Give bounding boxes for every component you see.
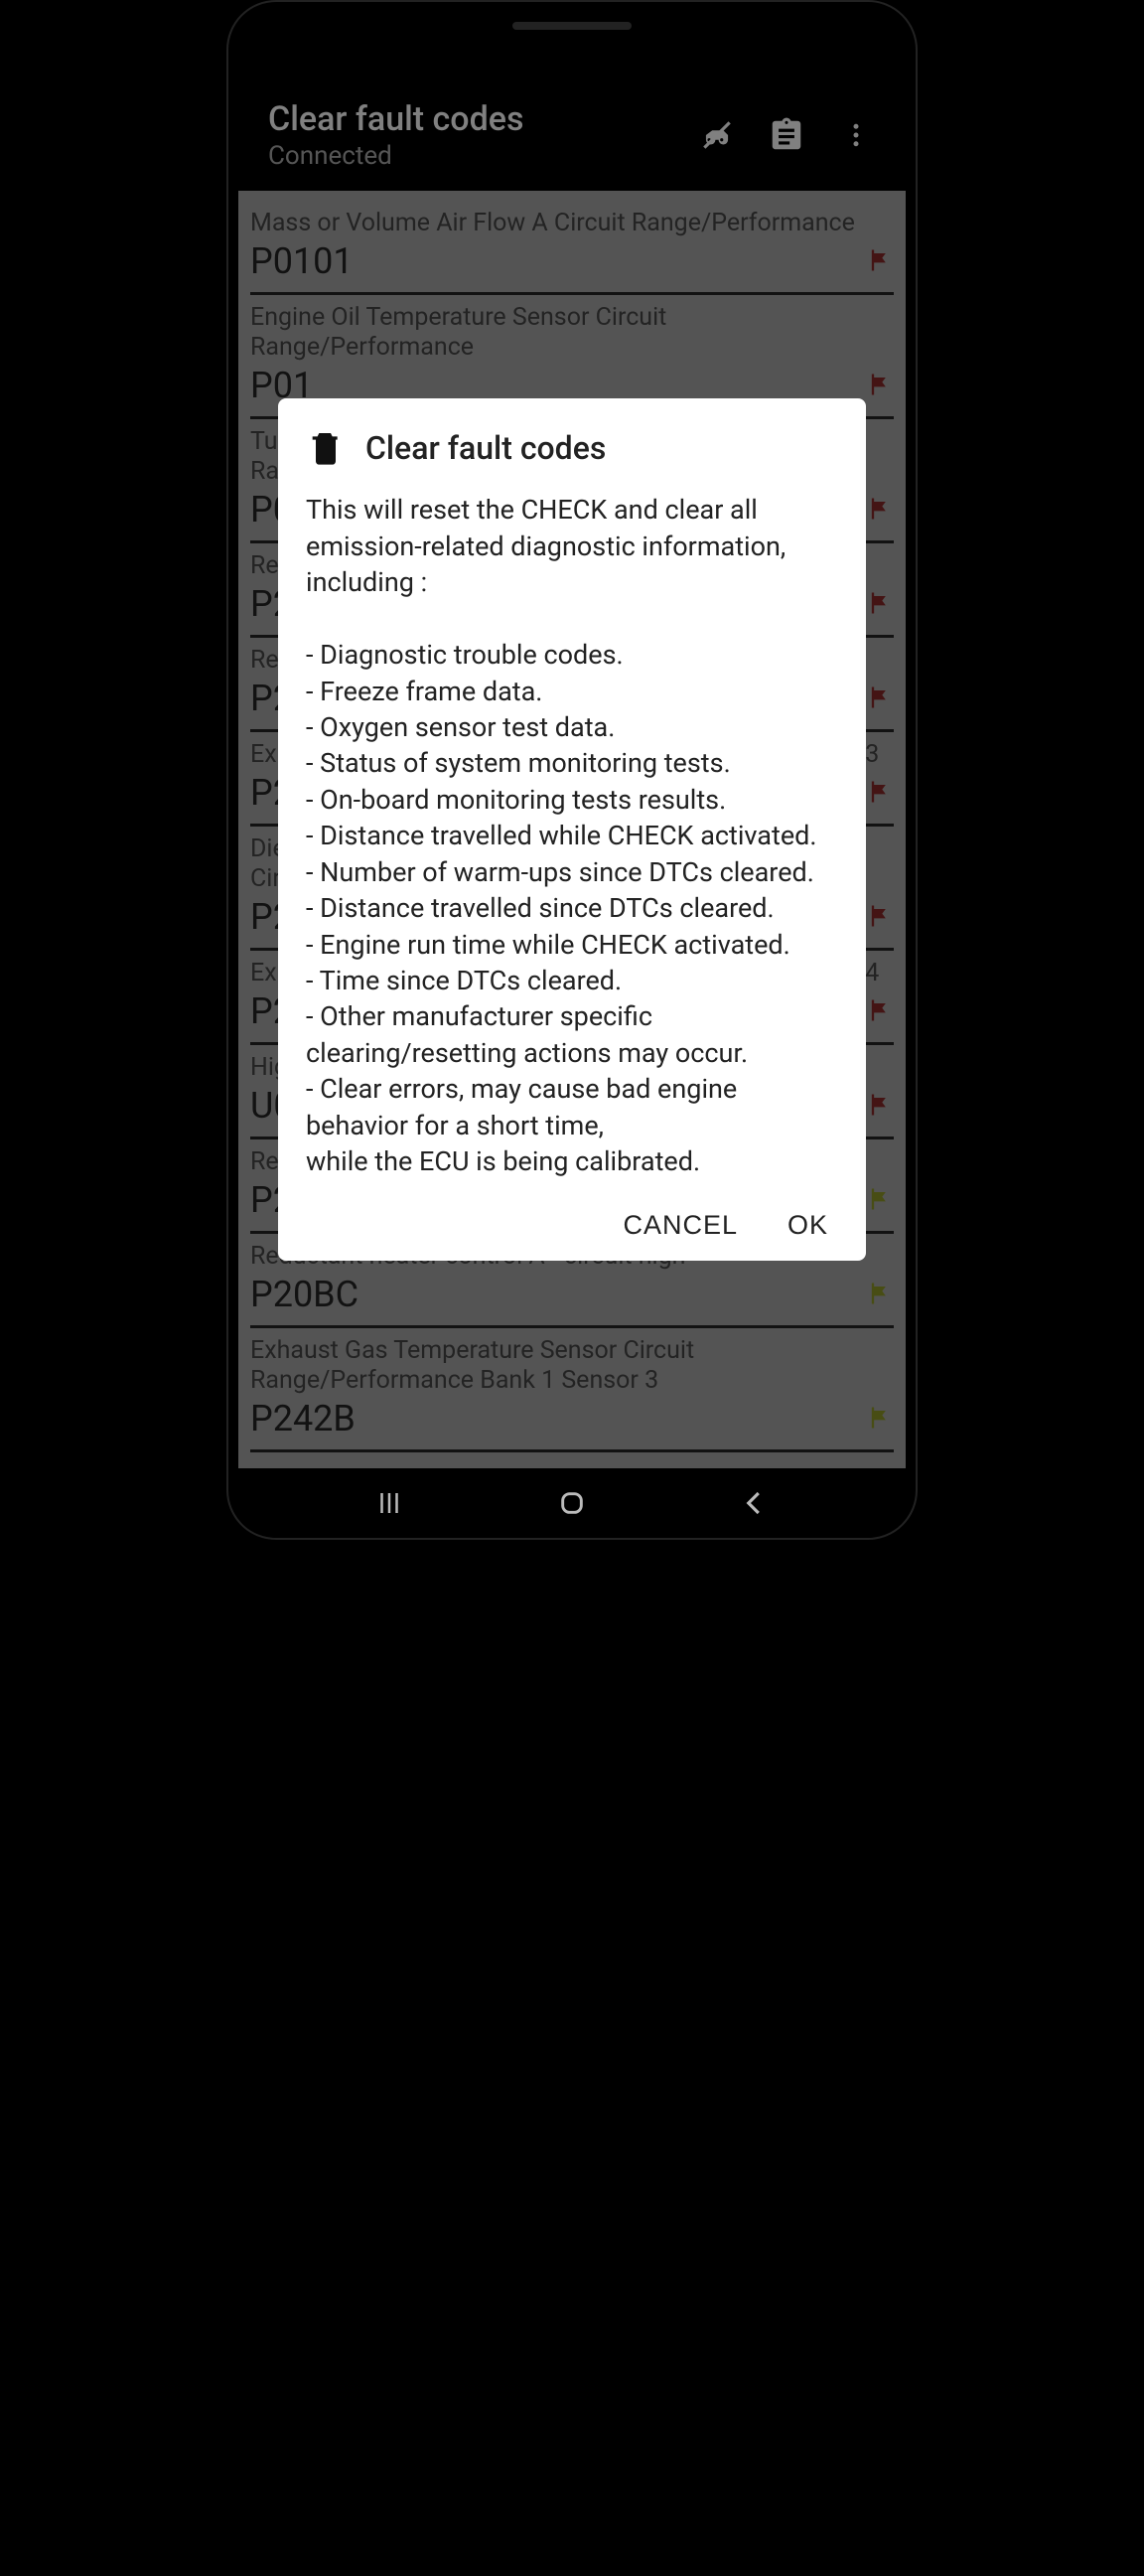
dialog-title: Clear fault codes <box>365 429 606 467</box>
back-button[interactable] <box>735 1483 775 1523</box>
android-nav-bar <box>238 1468 906 1538</box>
menu-more-icon[interactable] <box>836 115 876 155</box>
modal-overlay: Clear fault codes This will reset the CH… <box>238 191 906 1468</box>
connection-status: Connected <box>268 141 523 171</box>
app-header: Clear fault codes Connected <box>238 79 906 191</box>
speaker-grille <box>512 22 632 30</box>
ok-button[interactable]: OK <box>787 1210 828 1241</box>
clear-codes-dialog: Clear fault codes This will reset the CH… <box>278 398 866 1260</box>
content-area: Mass or Volume Air Flow A Circuit Range/… <box>238 191 906 1468</box>
trash-icon <box>306 428 346 468</box>
page-title: Clear fault codes <box>268 99 523 139</box>
clipboard-icon[interactable] <box>767 115 806 155</box>
vehicle-icon[interactable] <box>697 115 737 155</box>
dialog-body: This will reset the CHECK and clear all … <box>306 492 838 1179</box>
home-button[interactable] <box>552 1483 592 1523</box>
phone-frame: Clear fault codes Connected Mass or Volu… <box>226 0 918 1540</box>
status-bar <box>238 40 906 79</box>
recent-apps-button[interactable] <box>369 1483 409 1523</box>
screen: Clear fault codes Connected Mass or Volu… <box>238 40 906 1538</box>
cancel-button[interactable]: CANCEL <box>623 1210 738 1241</box>
